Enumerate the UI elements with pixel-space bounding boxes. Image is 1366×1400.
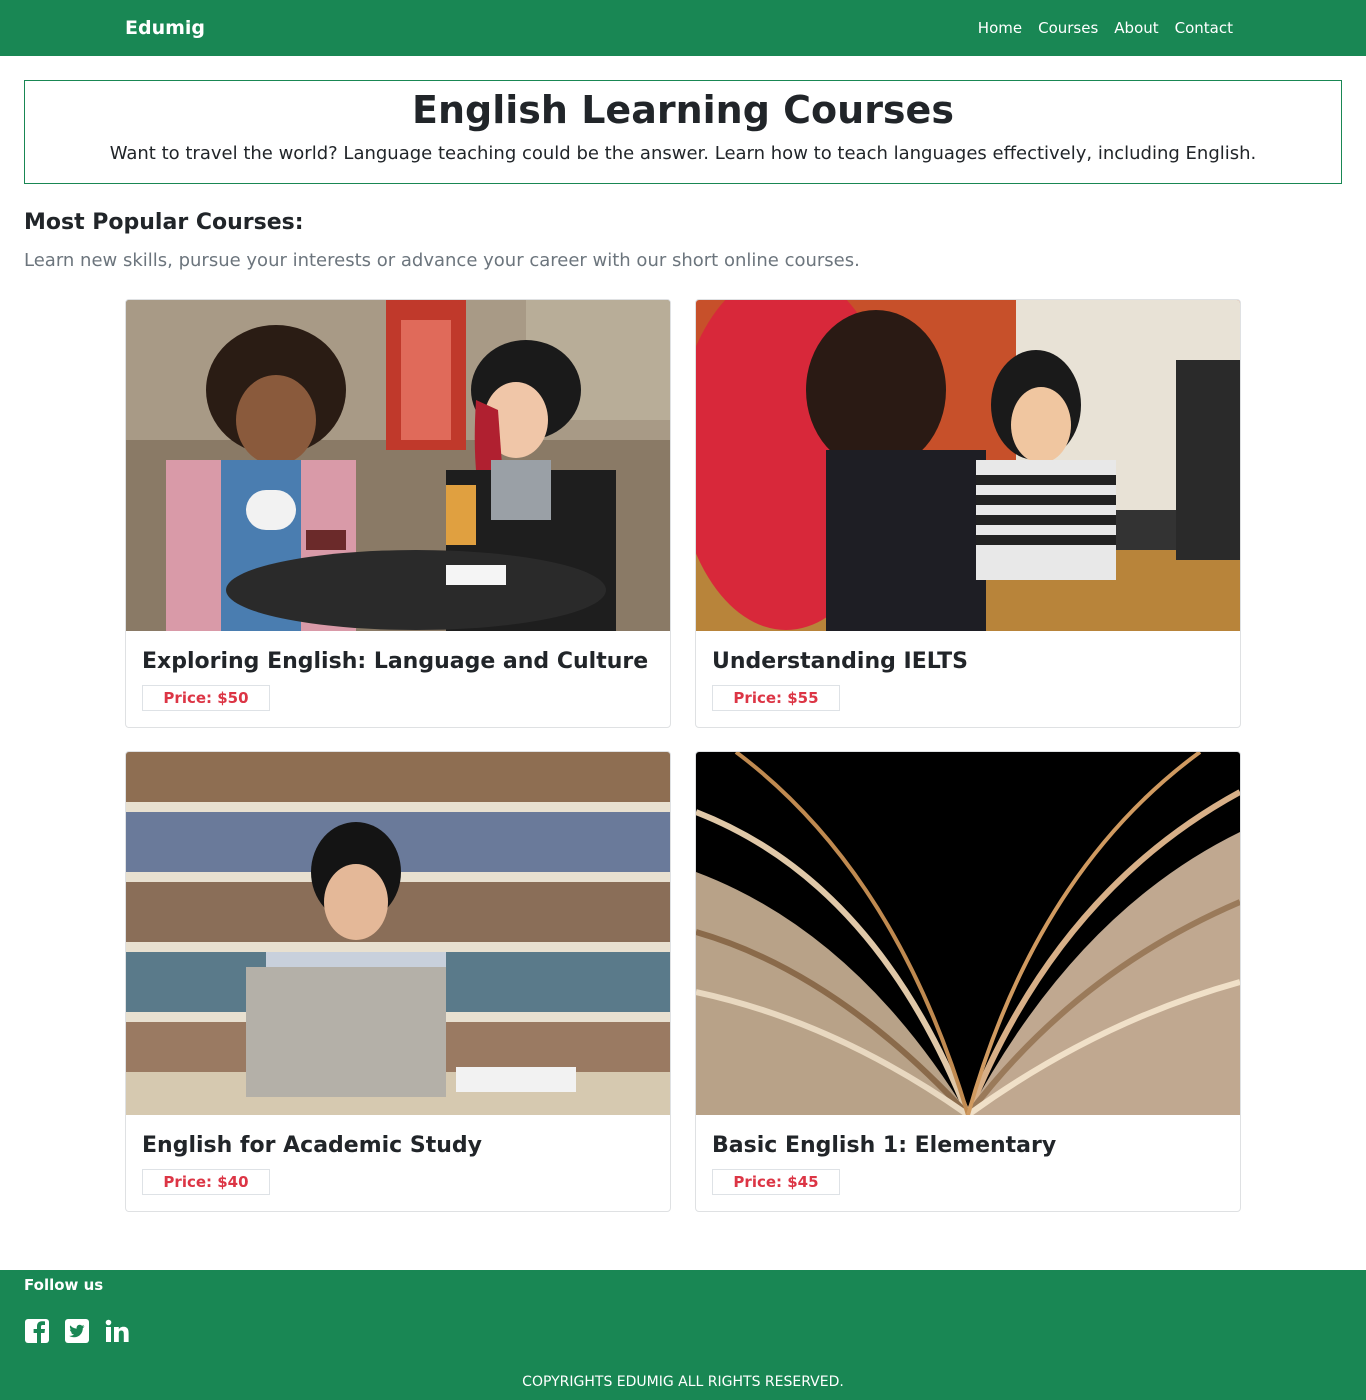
navbar: Edumig Home Courses About Contact xyxy=(0,0,1366,56)
page-title: English Learning Courses xyxy=(412,88,954,132)
twitter-icon[interactable] xyxy=(64,1318,90,1344)
course-title[interactable]: Exploring English: Language and Culture xyxy=(142,647,654,677)
price-badge: Price: $55 xyxy=(712,685,840,711)
card-body: Exploring English: Language and Culture … xyxy=(126,631,670,727)
course-image xyxy=(126,752,670,1115)
facebook-icon[interactable] xyxy=(24,1318,50,1344)
hero-box: English Learning Courses Want to travel … xyxy=(24,80,1342,184)
social-links xyxy=(24,1318,130,1344)
hero-text: Want to travel the world? Language teach… xyxy=(109,143,1257,164)
brand-link[interactable]: Edumig xyxy=(125,16,205,40)
linkedin-icon[interactable] xyxy=(104,1318,130,1344)
course-image xyxy=(696,752,1240,1115)
section-title: Most Popular Courses: xyxy=(24,210,304,235)
price-badge: Price: $40 xyxy=(142,1169,270,1195)
nav-link-home[interactable]: Home xyxy=(978,18,1022,38)
nav-links: Home Courses About Contact xyxy=(978,18,1233,38)
footer: Follow us COPYRIGHTS EDUMIG ALL RIGHTS R… xyxy=(0,1270,1366,1400)
course-card[interactable]: English for Academic Study Price: $40 xyxy=(125,751,671,1212)
follow-us-label: Follow us xyxy=(24,1276,104,1294)
nav-link-contact[interactable]: Contact xyxy=(1175,18,1233,38)
card-body: Basic English 1: Elementary Price: $45 xyxy=(696,1115,1240,1211)
course-card[interactable]: Basic English 1: Elementary Price: $45 xyxy=(695,751,1241,1212)
copyright-text: COPYRIGHTS EDUMIG ALL RIGHTS RESERVED. xyxy=(522,1374,844,1390)
nav-link-courses[interactable]: Courses xyxy=(1038,18,1098,38)
course-title[interactable]: Basic English 1: Elementary xyxy=(712,1131,1224,1161)
course-image xyxy=(126,300,670,631)
course-title[interactable]: English for Academic Study xyxy=(142,1131,654,1161)
section-subtitle: Learn new skills, pursue your interests … xyxy=(24,250,860,271)
nav-link-about[interactable]: About xyxy=(1114,18,1158,38)
card-body: English for Academic Study Price: $40 xyxy=(126,1115,670,1211)
course-image xyxy=(696,300,1240,631)
card-body: Understanding IELTS Price: $55 xyxy=(696,631,1240,727)
course-card[interactable]: Understanding IELTS Price: $55 xyxy=(695,299,1241,728)
course-title[interactable]: Understanding IELTS xyxy=(712,647,1224,677)
price-badge: Price: $45 xyxy=(712,1169,840,1195)
price-badge: Price: $50 xyxy=(142,685,270,711)
course-card[interactable]: Exploring English: Language and Culture … xyxy=(125,299,671,728)
